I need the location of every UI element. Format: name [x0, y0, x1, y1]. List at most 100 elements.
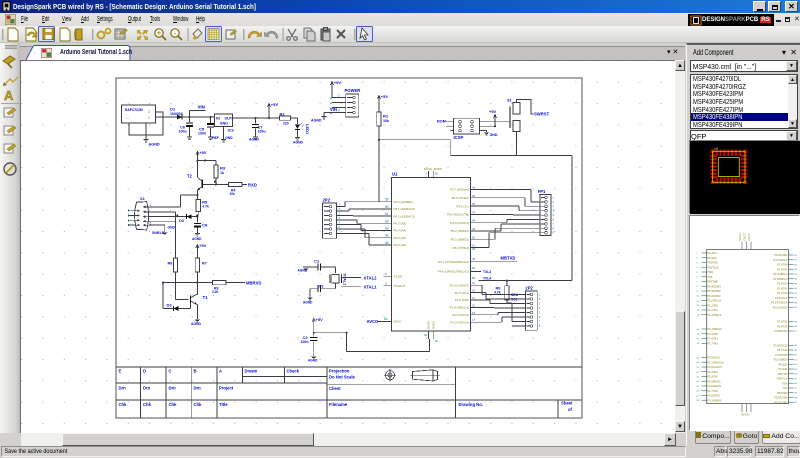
svg-text:TXL2: TXL2	[483, 270, 491, 274]
svg-text:100u: 100u	[179, 130, 187, 134]
svg-text:of: of	[568, 407, 573, 412]
svg-text:P2.0/ACLK: P2.0/ACLK	[775, 297, 788, 300]
svg-text:AGND: AGND	[149, 143, 160, 147]
svg-text:P5.3 (UCLK1): P5.3 (UCLK1)	[450, 221, 469, 225]
svg-text:63: 63	[385, 227, 389, 231]
svg-text:12: 12	[472, 281, 476, 285]
svg-text:SHIELD: SHIELD	[152, 231, 165, 235]
svg-text:P2.3/TA1: P2.3/TA1	[777, 321, 788, 324]
svg-text:+5V: +5V	[334, 80, 342, 85]
svg-text:U1: U1	[392, 172, 398, 177]
svg-text:P1.1/TA0: P1.1/TA0	[708, 304, 719, 307]
svg-text:P2.2/CAOUT: P2.2/CAOUT	[773, 306, 788, 309]
svg-text:2P2: 2P2	[525, 285, 533, 290]
svg-text:47: 47	[472, 210, 476, 214]
svg-text:P5.4/COM3: P5.4/COM3	[774, 397, 788, 400]
svg-text:P1.0/TACLK: P1.0/TACLK	[774, 259, 788, 262]
svg-text:IC2: IC2	[228, 128, 235, 133]
svg-text:P1.4/SMCLK: P1.4/SMCLK	[708, 328, 723, 331]
svg-text:P5.0 (STE1): P5.0 (STE1)	[452, 246, 469, 250]
svg-text:Sheet: Sheet	[561, 401, 573, 406]
svg-text:TDO/TDI: TDO/TDI	[708, 262, 718, 265]
svg-text:P1.6/TA1: P1.6/TA1	[777, 287, 788, 290]
svg-text:B: B	[194, 368, 197, 373]
svg-text:R1: R1	[383, 114, 389, 119]
svg-text:SCL: SCL	[511, 298, 518, 302]
svg-text:P5.4/COM3: P5.4/COM3	[708, 285, 722, 288]
svg-text:59: 59	[385, 198, 389, 202]
svg-text:C2: C2	[319, 284, 325, 289]
svg-text:Check: Check	[287, 368, 300, 373]
svg-text:220: 220	[283, 122, 289, 126]
svg-text:1N4004: 1N4004	[170, 112, 183, 116]
svg-text:R2: R2	[280, 112, 286, 117]
svg-text:P6.1 (A0/DAC0): P6.1 (A0/DAC0)	[394, 207, 416, 211]
svg-text:Drn: Drn	[119, 386, 127, 391]
svg-text:AGND: AGND	[293, 141, 304, 145]
svg-text:P5.2/COM1: P5.2/COM1	[774, 254, 788, 257]
svg-text:Filename: Filename	[329, 402, 348, 407]
svg-text:P5.3/COM2: P5.3/COM2	[774, 401, 788, 404]
svg-text:2: 2	[148, 116, 150, 120]
svg-text:P6.4 (A4): P6.4 (A4)	[394, 229, 407, 233]
svg-text:P5.7 (SVSout): P5.7 (SVSout)	[450, 188, 469, 192]
svg-text:DVCC: DVCC	[743, 233, 747, 240]
svg-text:Chk: Chk	[169, 402, 178, 407]
svg-text:DVSS: DVSS	[434, 167, 442, 171]
svg-text:GND: GND	[490, 133, 498, 137]
svg-text:Title: Title	[219, 402, 228, 407]
svg-text:4.7k: 4.7k	[494, 290, 501, 294]
svg-text:E: E	[119, 368, 122, 373]
svg-text:17: 17	[472, 318, 476, 322]
svg-text:P2.3/TA1: P2.3/TA1	[708, 371, 719, 374]
svg-text:P2.6/ADC12: P2.6/ADC12	[708, 385, 723, 388]
svg-text:DVCC: DVCC	[747, 233, 751, 240]
svg-text:Drawing No.: Drawing No.	[459, 402, 483, 407]
svg-text:A: A	[4, 88, 14, 103]
svg-text:P6.2 (A2/DAC1): P6.2 (A2/DAC1)	[394, 214, 416, 218]
svg-text:3: 3	[148, 110, 150, 114]
svg-text:39: 39	[472, 257, 476, 261]
svg-text:POWER: POWER	[345, 88, 361, 93]
svg-text:D: D	[143, 368, 146, 373]
svg-text:RST/NMI: RST/NMI	[777, 392, 788, 395]
svg-text:P1.7/TA2: P1.7/TA2	[708, 342, 719, 345]
svg-text:A: A	[219, 368, 222, 373]
svg-text:TCK: TCK	[782, 387, 787, 390]
svg-text:AGND: AGND	[298, 269, 308, 273]
svg-text:65: 65	[385, 241, 389, 245]
svg-text:P1.0 (TACLK): P1.0 (TACLK)	[451, 320, 469, 324]
svg-text:100n: 100n	[198, 132, 206, 136]
svg-text:+5V: +5V	[316, 317, 324, 322]
svg-text:DVCC: DVCC	[738, 233, 742, 240]
svg-text:61: 61	[385, 212, 389, 216]
svg-text:Drn: Drn	[143, 386, 151, 391]
svg-text:Drn: Drn	[169, 386, 177, 391]
svg-text:P5.4 (MCLK/TB): P5.4 (MCLK/TB)	[447, 213, 469, 217]
svg-text:C1: C1	[314, 259, 320, 264]
svg-text:Chk: Chk	[143, 402, 152, 407]
svg-text:R7: R7	[202, 262, 207, 266]
svg-text:13: 13	[472, 289, 476, 293]
svg-text:AVSS: AVSS	[741, 413, 749, 417]
svg-text:ICSP: ICSP	[454, 135, 464, 140]
svg-text:Drn: Drn	[194, 386, 202, 391]
svg-text:P1.3/TBCLK: P1.3/TBCLK	[773, 273, 787, 276]
svg-text:46: 46	[472, 202, 476, 206]
svg-text:P5.3/COM2: P5.3/COM2	[708, 290, 722, 293]
svg-text:AVCC: AVCC	[367, 319, 379, 324]
svg-text:AVCC: AVCC	[394, 320, 403, 324]
svg-text:MBTXD: MBTXD	[501, 256, 516, 261]
svg-text:P5.1 (SIMO1): P5.1 (SIMO1)	[451, 238, 469, 242]
svg-text:+5V: +5V	[199, 150, 207, 155]
svg-text:40: 40	[472, 266, 476, 270]
svg-text:P3.0/STE0: P3.0/STE0	[775, 354, 788, 357]
svg-text:100n: 100n	[301, 340, 309, 344]
svg-text:P2.1/TAINCLK: P2.1/TAINCLK	[771, 302, 788, 305]
svg-text:P1.4 (SMCLK): P1.4 (SMCLK)	[450, 306, 469, 310]
svg-text:P3.0/STE0: P3.0/STE0	[708, 395, 721, 398]
svg-text:XTAL1: XTAL1	[343, 274, 347, 286]
svg-text:+5V: +5V	[271, 102, 279, 107]
svg-text:Client: Client	[329, 386, 341, 391]
svg-text:TDI/TCLK: TDI/TCLK	[776, 378, 787, 381]
